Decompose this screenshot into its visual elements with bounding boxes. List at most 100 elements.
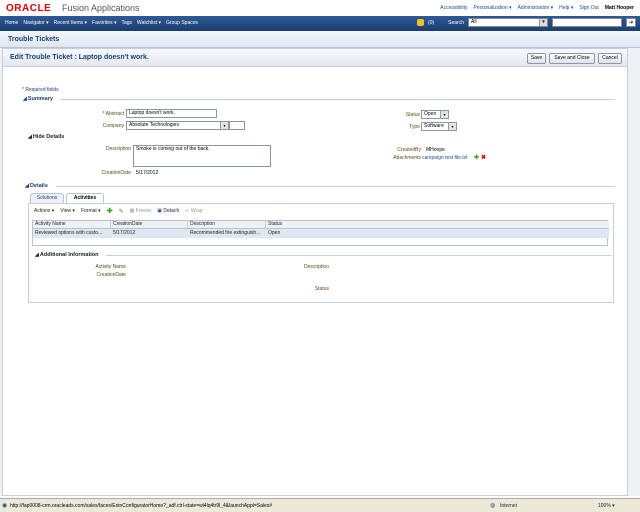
attachments-label: Attachments <box>393 155 421 161</box>
search-go-icon[interactable]: ➜ <box>626 18 636 27</box>
nav-watchlist[interactable]: Watchlist ▾ <box>137 20 161 26</box>
nav-navigator[interactable]: Navigator ▾ <box>23 20 48 26</box>
table-toolbar: Actions ▾ View ▾ Format ▾ ✚ ✎ ▦ Freeze ▣… <box>34 207 203 215</box>
divider <box>60 99 615 100</box>
chevron-down-icon: ▾ <box>220 122 228 129</box>
abstract-label: * Abstract <box>102 111 124 117</box>
save-button[interactable]: Save <box>527 53 546 64</box>
oracle-logo: ORACLE <box>6 3 52 14</box>
collapse-icon: ◢ <box>28 134 32 140</box>
zoom-level[interactable]: 100% ▾ <box>598 503 615 509</box>
company-label: Company <box>102 123 124 129</box>
tab-solutions[interactable]: Solutions <box>30 193 64 203</box>
collapse-icon: ◢ <box>35 252 39 258</box>
divider <box>56 186 615 187</box>
attachment-link[interactable]: campaign test file.txt <box>422 155 468 161</box>
nav-tags[interactable]: Tags <box>121 20 132 26</box>
creation-date-value: 5/17/2012 <box>136 170 159 176</box>
created-by-value: MHoope <box>426 147 445 153</box>
additional-info-label: Additional Information <box>39 252 99 258</box>
description-label: Description <box>105 146 131 152</box>
security-zone: Internet <box>500 503 517 509</box>
globe-icon: ◍ <box>490 503 496 509</box>
column-header-description[interactable]: Description <box>188 221 266 229</box>
status-select[interactable]: Open ▾ <box>421 110 449 119</box>
created-by-label: CreatedBy <box>397 147 421 153</box>
search-scope-select[interactable]: All ▾ <box>468 18 548 27</box>
type-label: Type <box>409 124 420 130</box>
description-label-2: Description <box>303 264 329 270</box>
type-value: Software <box>424 123 444 129</box>
nav-group-spaces[interactable]: Group Spaces <box>166 20 198 26</box>
add-icon[interactable]: ✚ <box>107 207 113 215</box>
search-scope-value: All <box>471 19 477 25</box>
nav-recent-items[interactable]: Recent Items ▾ <box>54 20 87 26</box>
page-title-bar: Trouble Tickets <box>0 31 640 48</box>
actions-menu[interactable]: Actions ▾ <box>34 208 54 214</box>
creation-date-label-2: CreationDate <box>96 272 126 278</box>
nav-home[interactable]: Home <box>5 20 18 26</box>
format-menu[interactable]: Format ▾ <box>81 208 101 214</box>
chevron-down-icon: ▾ <box>440 111 448 118</box>
search-label: Search <box>448 19 464 26</box>
nav-items: Home Navigator ▾ Recent Items ▾ Favorite… <box>5 20 198 26</box>
detach-button[interactable]: ▣ Detach <box>157 208 179 214</box>
status-label-2: Status <box>314 286 329 292</box>
top-header: ORACLE Fusion Applications Accessibility… <box>0 0 640 16</box>
details-heading-label: Details <box>29 183 48 189</box>
creation-date-label: CreationDate <box>101 170 131 176</box>
edit-icon[interactable]: ✎ <box>119 208 124 215</box>
hide-details-label: Hide Details <box>32 134 65 140</box>
status-label: Status <box>405 112 420 118</box>
abstract-input[interactable]: Laptop doesn't work. <box>126 109 217 118</box>
save-and-close-button[interactable]: Save and Close <box>549 53 595 64</box>
wrap-button[interactable]: ↵ Wrap <box>185 208 202 214</box>
additional-info-heading[interactable]: ◢Additional Information <box>35 252 99 258</box>
company-value: Absolute Technologies <box>129 122 179 128</box>
cell-creation-date[interactable]: 5/17/2012 <box>111 229 188 238</box>
global-links: Accessibility Personalization ▾ Administ… <box>440 5 634 11</box>
summary-heading[interactable]: ◢Summary <box>23 96 53 102</box>
details-heading[interactable]: ◢Details <box>25 183 48 189</box>
column-header-status[interactable]: Status <box>266 221 609 229</box>
nav-right: (0) Search All ▾ ➜ <box>417 18 636 27</box>
add-attachment-icon[interactable]: ✚ <box>474 154 479 161</box>
cancel-button[interactable]: Cancel <box>598 53 622 64</box>
type-select[interactable]: Software ▾ <box>421 122 457 131</box>
help-menu[interactable]: Help ▾ <box>559 5 573 11</box>
search-input[interactable] <box>552 18 622 27</box>
user-name[interactable]: Matt Hooper <box>605 5 634 11</box>
status-url: http://fap0008-crm.oracleads.com/sales/f… <box>10 503 273 509</box>
company-select[interactable]: Absolute Technologies ▾ <box>126 121 229 130</box>
details-tabs: Solutions Activities <box>30 193 608 203</box>
browser-status-bar: ◉ http://fap0008-crm.oracleads.com/sales… <box>0 498 640 512</box>
freeze-button[interactable]: ▦ Freeze <box>130 208 152 214</box>
notifications-count[interactable]: (0) <box>428 20 434 26</box>
column-header-activity-name[interactable]: Activity Name <box>33 221 111 229</box>
summary-heading-label: Summary <box>27 96 53 102</box>
column-header-creation-date[interactable]: CreationDate <box>111 221 188 229</box>
nav-favorites[interactable]: Favorites ▾ <box>92 20 116 26</box>
chevron-down-icon: ▾ <box>448 123 456 130</box>
personalization-menu[interactable]: Personalization ▾ <box>473 5 511 11</box>
sign-out-link[interactable]: Sign Out <box>579 5 598 11</box>
tab-activities[interactable]: Activities <box>66 193 104 203</box>
cell-status[interactable]: Open <box>266 229 609 238</box>
page-icon: ◉ <box>2 503 8 509</box>
activity-name-label: Activity Name <box>95 264 126 270</box>
administration-menu[interactable]: Administration ▾ <box>518 5 554 11</box>
app-name: Fusion Applications <box>62 3 140 13</box>
collapse-icon: ◢ <box>23 96 27 102</box>
description-textarea[interactable]: Smoke is coming out of the back. <box>133 145 271 167</box>
cell-description[interactable]: Recommended fire extinguish... <box>188 229 266 238</box>
company-extra-field[interactable] <box>229 121 245 130</box>
hide-details-toggle[interactable]: ◢Hide Details <box>28 134 64 140</box>
nav-bar: Home Navigator ▾ Recent Items ▾ Favorite… <box>0 16 640 31</box>
cell-activity-name[interactable]: Reviewed options with custo... <box>33 229 111 238</box>
notifications-icon[interactable] <box>417 19 425 26</box>
collapse-icon: ◢ <box>25 183 29 189</box>
accessibility-link[interactable]: Accessibility <box>440 5 467 11</box>
delete-attachment-icon[interactable]: ✖ <box>481 154 486 161</box>
status-value: Open <box>424 111 437 117</box>
view-menu[interactable]: View ▾ <box>60 208 75 214</box>
